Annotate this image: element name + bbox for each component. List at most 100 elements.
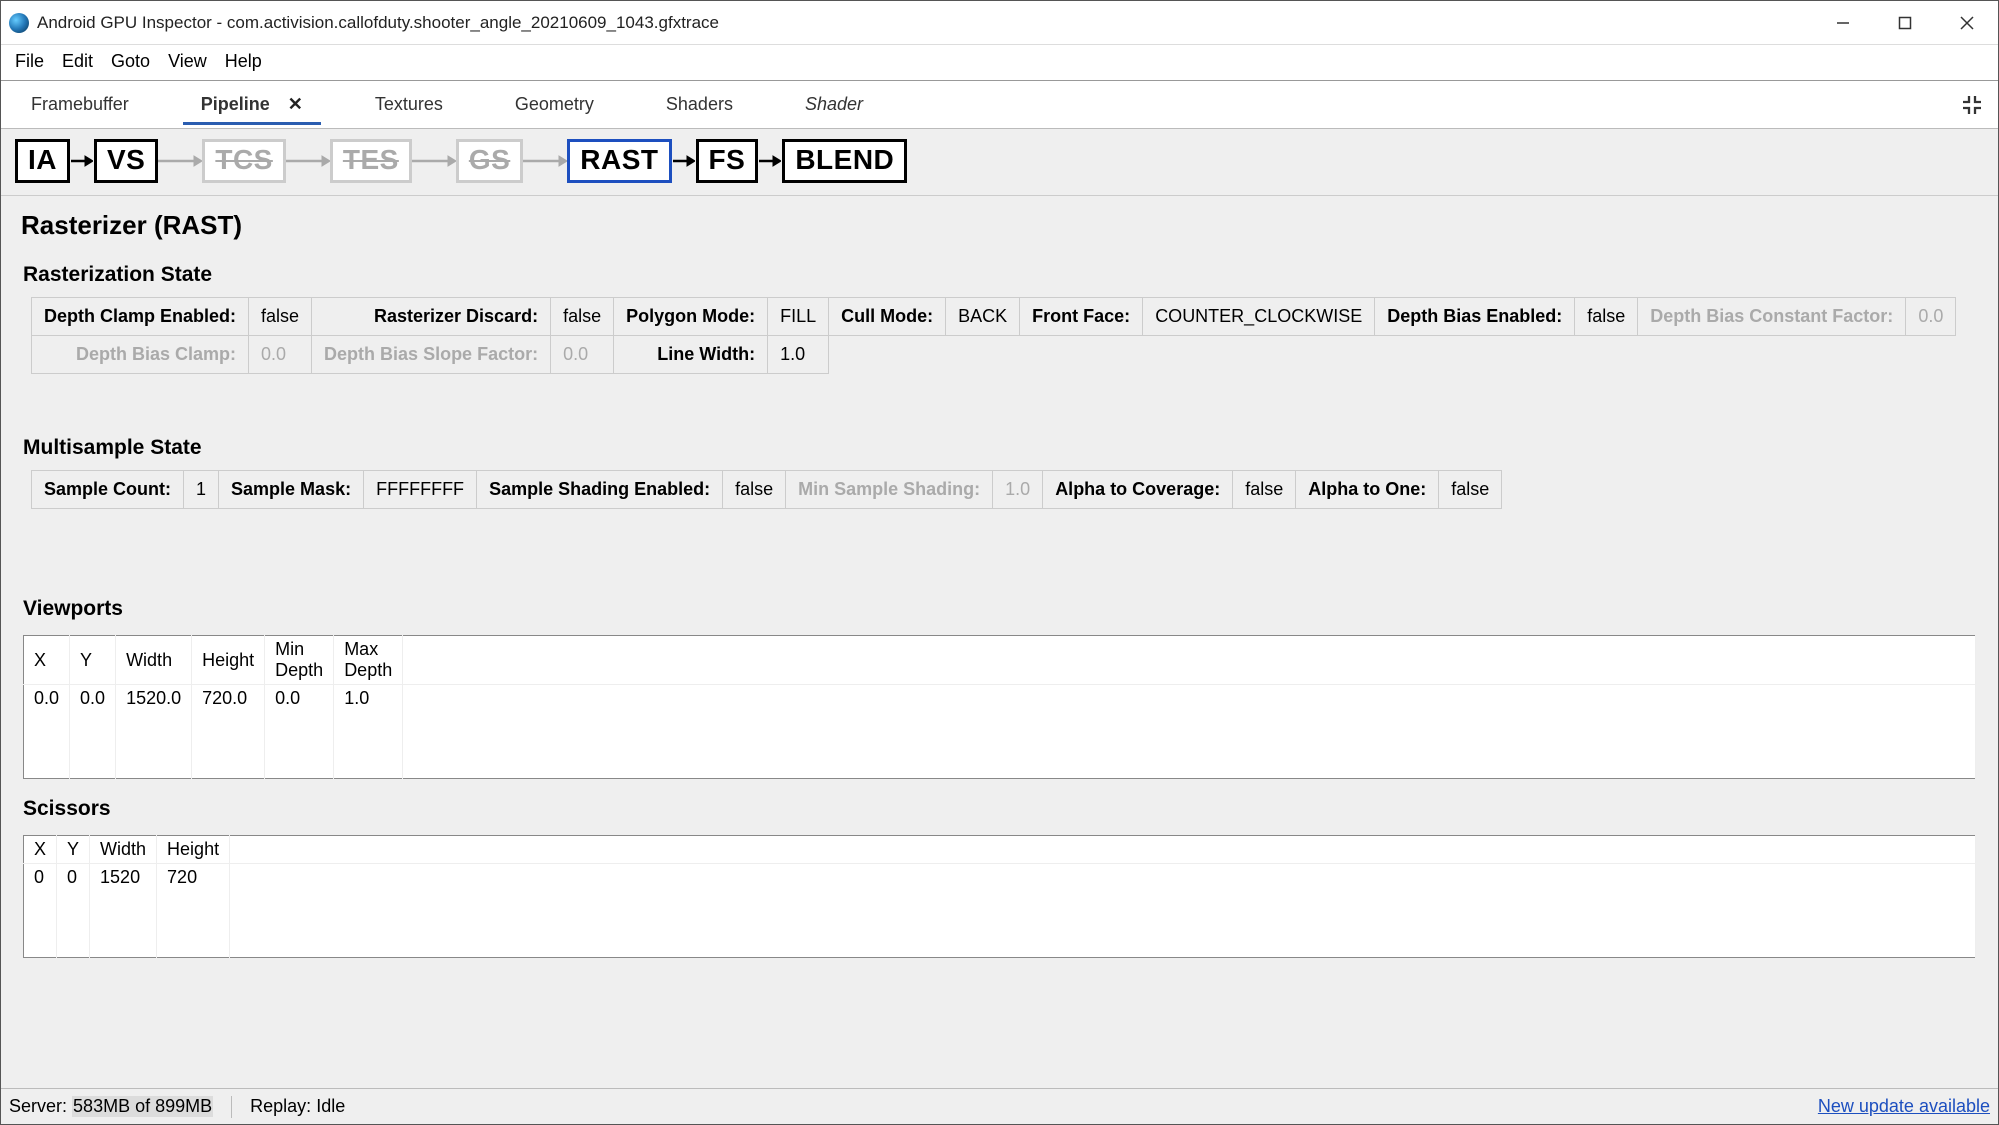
menu-item-file[interactable]: File [7,49,52,74]
table-cell: 0.0 [265,685,334,713]
table-header[interactable]: X [24,836,57,864]
prop-value: false [249,298,312,336]
section-title-rasterization: Rasterization State [23,263,1980,287]
prop-label: Rasterizer Discard: [312,298,551,336]
prop-label: Sample Count: [32,471,184,509]
prop-label: Sample Mask: [219,471,364,509]
pipeline-stage-vs[interactable]: VS [94,139,158,183]
tab-shader[interactable]: Shader [787,84,881,125]
section-title-scissors: Scissors [23,797,1980,821]
table-cell: 1.0 [334,685,403,713]
window-controls [1812,1,1998,45]
pipeline-stage-ia[interactable]: IA [15,139,70,183]
prop-label: Line Width: [614,336,768,374]
menubar: FileEditGotoViewHelp [1,45,1998,80]
table-cell: 1520 [90,864,157,892]
close-button[interactable] [1936,1,1998,45]
pipeline-stage-tcs: TCS [202,139,286,183]
viewports-table[interactable]: XYWidthHeightMin DepthMax Depth0.00.0152… [23,635,1976,779]
menu-item-view[interactable]: View [160,49,215,74]
section-title-viewports: Viewports [23,597,1980,621]
prop-value: false [1439,471,1502,509]
menu-item-help[interactable]: Help [217,49,270,74]
app-icon [9,13,29,33]
maximize-button[interactable] [1874,1,1936,45]
prop-value: FFFFFFFF [364,471,477,509]
table-header[interactable]: Y [57,836,90,864]
prop-label: Alpha to Coverage: [1043,471,1233,509]
table-cell: 0.0 [70,685,116,713]
prop-value: BACK [946,298,1020,336]
pipeline-stage-gs: GS [456,139,523,183]
pipeline-stage-fs[interactable]: FS [696,139,759,183]
prop-label: Front Face: [1020,298,1143,336]
prop-label: Alpha to One: [1296,471,1439,509]
table-cell: 720 [157,864,230,892]
tab-shaders[interactable]: Shaders [648,84,751,125]
update-available-link[interactable]: New update available [1818,1096,1990,1117]
scissors-table[interactable]: XYWidthHeight001520720 [23,835,1976,958]
prop-value: COUNTER_CLOCKWISE [1143,298,1375,336]
status-replay-label: Replay: [250,1096,311,1117]
status-server-mem: 583MB of 899MB [72,1096,213,1117]
rasterization-state-table: Depth Clamp Enabled:falseRasterizer Disc… [31,297,1956,374]
pipeline-arrow-icon [286,152,330,170]
prop-label: Sample Shading Enabled: [477,471,723,509]
prop-value: 1.0 [993,471,1043,509]
table-cell: 1520.0 [116,685,192,713]
pipeline-arrow-icon [758,152,782,170]
pipeline-stage-blend[interactable]: BLEND [782,139,907,183]
pipeline-arrow-icon [412,152,456,170]
close-icon[interactable]: ✕ [288,94,303,114]
prop-value: 0.0 [249,336,312,374]
prop-label: Depth Bias Enabled: [1375,298,1575,336]
pipeline-stages-row: IAVSTCSTESGSRASTFSBLEND [1,129,1998,196]
table-cell: 0 [57,864,90,892]
multisample-state-table: Sample Count:1Sample Mask:FFFFFFFFSample… [31,470,1502,509]
pipeline-stage-rast[interactable]: RAST [567,139,671,183]
content-area: Framebuffer Pipeline✕ Textures Geometry Shad… [1,80,1998,1124]
table-header[interactable]: Height [157,836,230,864]
prop-value: false [1233,471,1296,509]
tab-geometry[interactable]: Geometry [497,84,612,125]
prop-value: false [723,471,786,509]
prop-value: false [551,298,614,336]
prop-value: false [1575,298,1638,336]
prop-value: FILL [768,298,829,336]
status-replay-value: Idle [316,1096,345,1117]
prop-label: Polygon Mode: [614,298,768,336]
table-cell: 720.0 [192,685,265,713]
tabbar: Framebuffer Pipeline✕ Textures Geometry Shad… [1,81,1998,129]
main-panel: Rasterizer (RAST) Rasterization State De… [1,196,1998,1088]
menu-item-goto[interactable]: Goto [103,49,158,74]
table-header[interactable]: Width [90,836,157,864]
table-header[interactable]: Min Depth [265,636,334,685]
tab-framebuffer[interactable]: Framebuffer [13,84,147,125]
table-row[interactable]: 001520720 [24,864,1976,892]
table-cell: 0 [24,864,57,892]
table-header[interactable]: X [24,636,70,685]
prop-label: Depth Clamp Enabled: [32,298,249,336]
minimize-button[interactable] [1812,1,1874,45]
status-separator [231,1096,232,1118]
prop-value: 1 [184,471,219,509]
table-header[interactable]: Max Depth [334,636,403,685]
prop-value: 0.0 [1906,298,1956,336]
window-title: Android GPU Inspector - com.activision.c… [37,13,719,33]
pipeline-arrow-icon [158,152,202,170]
table-header[interactable]: Height [192,636,265,685]
page-title: Rasterizer (RAST) [21,210,1980,241]
table-row[interactable]: 0.00.01520.0720.00.01.0 [24,685,1976,713]
tab-pipeline[interactable]: Pipeline✕ [183,84,321,125]
tab-textures[interactable]: Textures [357,84,461,125]
table-header[interactable]: Width [116,636,192,685]
prop-label: Cull Mode: [829,298,946,336]
statusbar: Server: 583MB of 899MB Replay: Idle New … [1,1088,1998,1124]
pipeline-arrow-icon [70,152,94,170]
menu-item-edit[interactable]: Edit [54,49,101,74]
pipeline-arrow-icon [672,152,696,170]
prop-value: 0.0 [551,336,614,374]
exit-fullscreen-icon[interactable] [1958,91,1986,119]
window-titlebar: Android GPU Inspector - com.activision.c… [1,1,1998,45]
table-header[interactable]: Y [70,636,116,685]
